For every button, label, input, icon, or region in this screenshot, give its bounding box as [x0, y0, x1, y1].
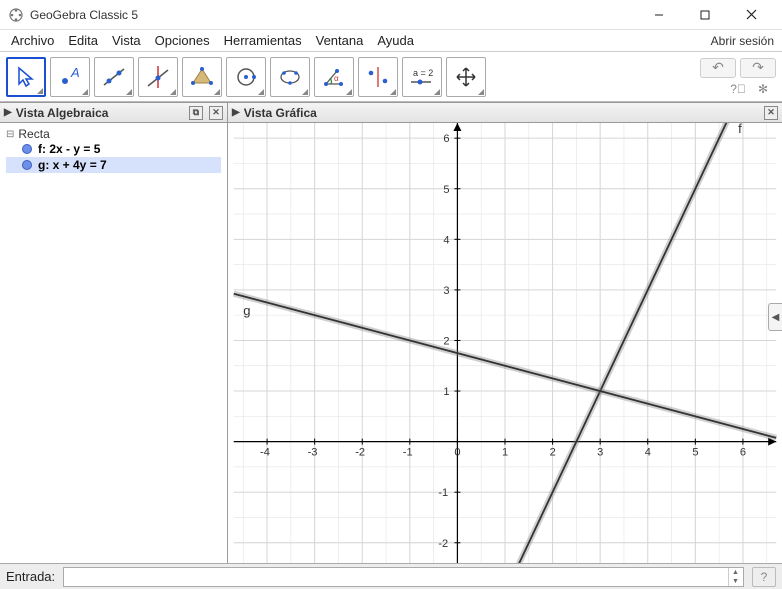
toolbar: A α a = 2 ↶ ↷ [0, 52, 782, 102]
menu-help[interactable]: Ayuda [374, 31, 417, 50]
input-help-button[interactable]: ? [752, 567, 776, 587]
window-title: GeoGebra Classic 5 [30, 8, 636, 22]
svg-text:g: g [243, 303, 250, 318]
svg-text:3: 3 [443, 285, 449, 297]
menu-edit[interactable]: Edita [65, 31, 101, 50]
svg-text:-1: -1 [438, 487, 448, 499]
tool-circle[interactable] [226, 57, 266, 97]
svg-text:f: f [738, 123, 742, 136]
menu-file[interactable]: Archivo [8, 31, 57, 50]
svg-text:A: A [70, 65, 80, 80]
tool-move-view[interactable] [446, 57, 486, 97]
redo-button[interactable]: ↷ [740, 58, 776, 78]
svg-text:6: 6 [443, 133, 449, 145]
svg-text:5: 5 [443, 184, 449, 196]
svg-text:6: 6 [740, 447, 746, 459]
visibility-toggle-icon[interactable] [22, 144, 32, 154]
side-panel-toggle[interactable]: ◀ [768, 303, 782, 331]
menu-options[interactable]: Opciones [152, 31, 213, 50]
tree-category[interactable]: ⊟ Recta [6, 127, 221, 141]
sign-in-link[interactable]: Abrir sesión [711, 34, 774, 48]
input-history-stepper[interactable]: ▲▼ [728, 568, 742, 586]
tool-move[interactable] [6, 57, 46, 97]
menu-tools[interactable]: Herramientas [221, 31, 305, 50]
svg-text:3: 3 [597, 447, 603, 459]
svg-text:-2: -2 [355, 447, 365, 459]
slider-label: a = 2 [413, 68, 433, 78]
algebra-title: Vista Algebraica [16, 106, 109, 120]
panel-close-button[interactable]: ✕ [764, 106, 778, 120]
svg-text:4: 4 [645, 447, 651, 459]
svg-text:-3: -3 [308, 447, 318, 459]
svg-text:1: 1 [502, 447, 508, 459]
tree-item-f[interactable]: f: 2x - y = 5 [6, 141, 221, 157]
graphics-header[interactable]: ▶ Vista Gráfica ✕ [228, 103, 782, 123]
svg-text:5: 5 [692, 447, 698, 459]
svg-text:-1: -1 [403, 447, 413, 459]
svg-text:α: α [334, 74, 339, 83]
input-label: Entrada: [6, 569, 55, 584]
settings-icon[interactable]: ✻ [758, 82, 768, 96]
tool-polygon[interactable] [182, 57, 222, 97]
tree-category-label: Recta [18, 127, 49, 141]
menu-view[interactable]: Vista [109, 31, 144, 50]
graphics-title: Vista Gráfica [244, 106, 317, 120]
titlebar: GeoGebra Classic 5 [0, 0, 782, 30]
graphics-panel: ▶ Vista Gráfica ✕ -4 -3 -2 -1 0 1 2 3 4 5 6 -2 -1 1 2 3… [228, 103, 782, 563]
svg-text:-2: -2 [438, 538, 448, 550]
visibility-toggle-icon[interactable] [22, 160, 32, 170]
algebra-header[interactable]: ▶ Vista Algebraica ⧉ ✕ [0, 103, 227, 123]
app-icon [8, 7, 24, 23]
tool-perpendicular[interactable] [138, 57, 178, 97]
svg-text:2: 2 [443, 335, 449, 347]
tree-expand-icon: ⊟ [6, 129, 14, 140]
input-field[interactable]: ▲▼ [63, 567, 744, 587]
algebra-tree: ⊟ Recta f: 2x - y = 5 g: x + 4y = 7 [0, 123, 227, 177]
collapse-icon: ▶ [232, 107, 240, 118]
main-area: ▶ Vista Algebraica ⧉ ✕ ⊟ Recta f: 2x - y… [0, 102, 782, 563]
menubar: Archivo Edita Vista Opciones Herramienta… [0, 30, 782, 52]
tree-item-label: g: x + 4y = 7 [38, 158, 107, 172]
graph-canvas[interactable]: -4 -3 -2 -1 0 1 2 3 4 5 6 -2 -1 1 2 3 4 5 6 f g [228, 123, 782, 563]
maximize-button[interactable] [682, 1, 728, 29]
algebra-panel: ▶ Vista Algebraica ⧉ ✕ ⊟ Recta f: 2x - y… [0, 103, 228, 563]
tool-reflect[interactable] [358, 57, 398, 97]
menu-window[interactable]: Ventana [313, 31, 367, 50]
svg-text:0: 0 [454, 447, 460, 459]
graph-svg: -4 -3 -2 -1 0 1 2 3 4 5 6 -2 -1 1 2 3 4 5 6 f g [228, 123, 782, 563]
panel-popout-button[interactable]: ⧉ [189, 106, 203, 120]
svg-text:2: 2 [550, 447, 556, 459]
tool-conic[interactable] [270, 57, 310, 97]
tool-line[interactable] [94, 57, 134, 97]
collapse-icon: ▶ [4, 107, 12, 118]
tree-item-label: f: 2x - y = 5 [38, 142, 100, 156]
tool-angle[interactable]: α [314, 57, 354, 97]
close-button[interactable] [728, 1, 774, 29]
panel-close-button[interactable]: ✕ [209, 106, 223, 120]
undo-button[interactable]: ↶ [700, 58, 736, 78]
svg-text:-4: -4 [260, 447, 270, 459]
input-bar: Entrada: ▲▼ ? [0, 563, 782, 589]
svg-text:4: 4 [443, 234, 449, 246]
help-icon[interactable]: ?⃝ [730, 82, 746, 96]
tree-item-g[interactable]: g: x + 4y = 7 [6, 157, 221, 173]
tool-slider[interactable]: a = 2 [402, 57, 442, 97]
svg-text:1: 1 [443, 386, 449, 398]
minimize-button[interactable] [636, 1, 682, 29]
tool-point[interactable]: A [50, 57, 90, 97]
